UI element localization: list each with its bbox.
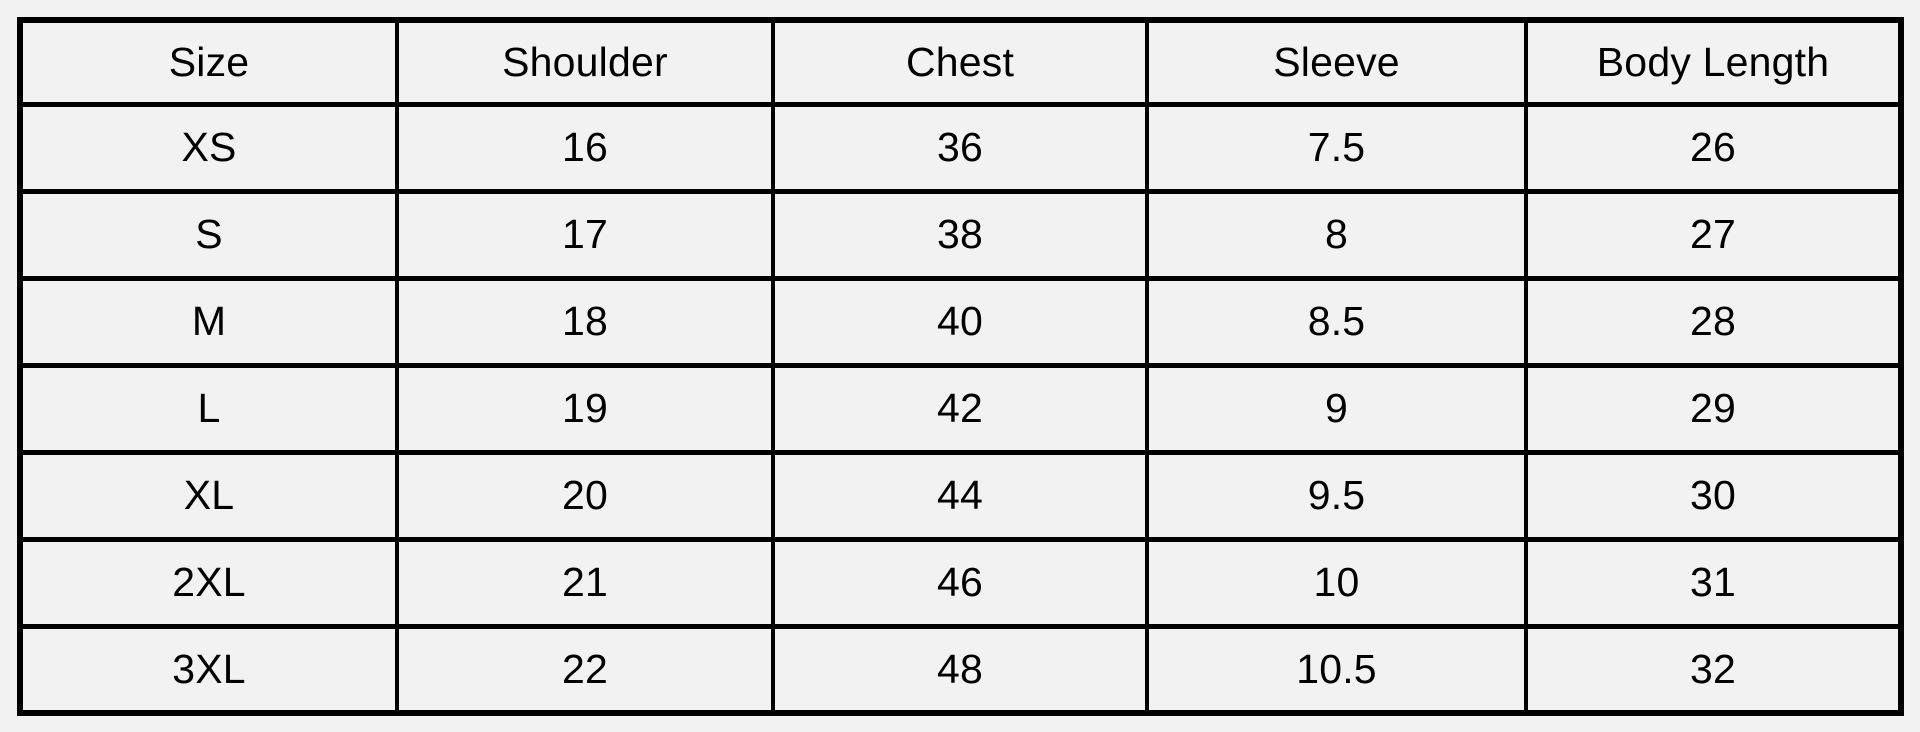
cell-chest: 38 [771, 188, 1149, 281]
table-header-row: Size Shoulder Chest Sleeve Body Length [20, 20, 1901, 107]
cell-size: M [20, 275, 399, 368]
table-body: XS 16 36 7.5 26 S 17 38 8 27 M 18 40 8.5… [20, 101, 1901, 713]
cell-shoulder: 19 [395, 362, 775, 455]
table-row: XL 20 44 9.5 30 [20, 449, 1901, 542]
cell-shoulder: 20 [395, 449, 775, 542]
cell-size: XL [20, 449, 399, 542]
cell-body-length: 26 [1524, 101, 1901, 194]
column-header-size: Size [20, 20, 399, 107]
cell-body-length: 31 [1524, 536, 1901, 629]
cell-chest: 36 [771, 101, 1149, 194]
cell-body-length: 30 [1524, 449, 1901, 542]
cell-size: L [20, 362, 399, 455]
cell-sleeve: 8.5 [1145, 275, 1528, 368]
size-chart-container: Size Shoulder Chest Sleeve Body Length X… [17, 17, 1904, 716]
column-header-shoulder: Shoulder [395, 20, 775, 107]
size-chart-page: Size Shoulder Chest Sleeve Body Length X… [0, 0, 1920, 732]
column-header-body-length: Body Length [1524, 20, 1901, 107]
cell-shoulder: 17 [395, 188, 775, 281]
cell-shoulder: 22 [395, 623, 775, 713]
cell-size: S [20, 188, 399, 281]
table-row: 2XL 21 46 10 31 [20, 536, 1901, 629]
cell-body-length: 28 [1524, 275, 1901, 368]
cell-chest: 48 [771, 623, 1149, 713]
cell-chest: 40 [771, 275, 1149, 368]
cell-size: 2XL [20, 536, 399, 629]
cell-body-length: 32 [1524, 623, 1901, 713]
cell-shoulder: 18 [395, 275, 775, 368]
cell-sleeve: 8 [1145, 188, 1528, 281]
cell-shoulder: 21 [395, 536, 775, 629]
cell-chest: 44 [771, 449, 1149, 542]
cell-size: 3XL [20, 623, 399, 713]
cell-sleeve: 7.5 [1145, 101, 1528, 194]
cell-chest: 42 [771, 362, 1149, 455]
table-row: 3XL 22 48 10.5 32 [20, 623, 1901, 713]
cell-body-length: 27 [1524, 188, 1901, 281]
table-row: M 18 40 8.5 28 [20, 275, 1901, 368]
cell-size: XS [20, 101, 399, 194]
column-header-sleeve: Sleeve [1145, 20, 1528, 107]
table-header: Size Shoulder Chest Sleeve Body Length [20, 20, 1901, 107]
cell-body-length: 29 [1524, 362, 1901, 455]
cell-sleeve: 10 [1145, 536, 1528, 629]
cell-sleeve: 9 [1145, 362, 1528, 455]
cell-shoulder: 16 [395, 101, 775, 194]
table-row: XS 16 36 7.5 26 [20, 101, 1901, 194]
cell-sleeve: 10.5 [1145, 623, 1528, 713]
cell-sleeve: 9.5 [1145, 449, 1528, 542]
column-header-chest: Chest [771, 20, 1149, 107]
cell-chest: 46 [771, 536, 1149, 629]
table-row: L 19 42 9 29 [20, 362, 1901, 455]
size-chart-table: Size Shoulder Chest Sleeve Body Length X… [17, 17, 1904, 716]
table-row: S 17 38 8 27 [20, 188, 1901, 281]
